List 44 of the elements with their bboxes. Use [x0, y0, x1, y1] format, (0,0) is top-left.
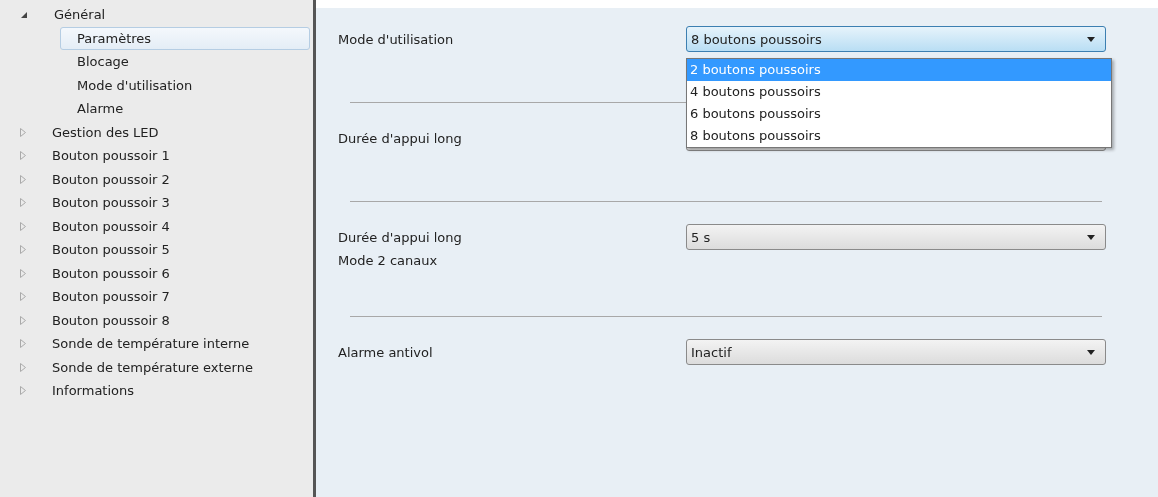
dropdown-option[interactable]: 4 boutons poussoirs	[687, 81, 1111, 103]
tree-item[interactable]: Bouton poussoir 7	[0, 285, 313, 309]
tree-item[interactable]: Sonde de température externe	[0, 355, 313, 379]
setting-label: Mode d'utilisation	[338, 31, 455, 49]
expand-icon[interactable]	[20, 221, 26, 231]
expand-icon[interactable]	[20, 151, 26, 161]
tree-item[interactable]: Général	[0, 3, 313, 27]
expand-icon[interactable]	[20, 127, 26, 137]
setting-label: Mode 2 canaux	[338, 252, 439, 270]
expand-icon[interactable]	[20, 339, 26, 349]
tree-item[interactable]: Sonde de température interne	[0, 332, 313, 356]
setting-label: Alarme antivol	[338, 344, 434, 362]
expand-icon[interactable]	[20, 268, 26, 278]
collapse-icon[interactable]	[20, 10, 28, 19]
tree-item[interactable]: Informations	[0, 379, 313, 403]
expand-icon[interactable]	[20, 174, 26, 184]
expand-icon[interactable]	[20, 386, 26, 396]
expand-icon[interactable]	[20, 362, 26, 372]
tree-item[interactable]: Mode d'utilisation	[60, 73, 310, 97]
tree-item[interactable]: Bouton poussoir 4	[0, 214, 313, 238]
expand-icon[interactable]	[20, 198, 26, 208]
caret-icon	[1087, 234, 1095, 240]
tree-item[interactable]: Bouton poussoir 8	[0, 308, 313, 332]
dropdown[interactable]: 8 boutons poussoirs	[686, 26, 1106, 52]
caret-icon	[1087, 349, 1095, 355]
tree-item[interactable]: Bouton poussoir 5	[0, 238, 313, 262]
dropdown-option[interactable]: 6 boutons poussoirs	[687, 103, 1111, 125]
tree-item[interactable]: Gestion des LED	[0, 120, 313, 144]
setting-label: Durée d'appui long	[338, 229, 463, 247]
tree-item[interactable]: Bouton poussoir 2	[0, 167, 313, 191]
caret-icon	[1087, 36, 1095, 42]
dropdown[interactable]: 5 s	[686, 224, 1106, 250]
dropdown-option[interactable]: 8 boutons poussoirs	[687, 125, 1111, 147]
tree-item[interactable]: Paramètres	[60, 26, 310, 50]
tree-item[interactable]: Alarme	[60, 97, 310, 121]
tree-item[interactable]: Bouton poussoir 1	[0, 144, 313, 168]
tree-item[interactable]: Bouton poussoir 3	[0, 191, 313, 215]
dropdown[interactable]: Inactif	[686, 339, 1106, 365]
expand-icon[interactable]	[20, 245, 26, 255]
tree-item[interactable]: Bouton poussoir 6	[0, 261, 313, 285]
setting-label: Durée d'appui long	[338, 130, 463, 148]
tree-item[interactable]: Blocage	[60, 50, 310, 74]
expand-icon[interactable]	[20, 292, 26, 302]
expand-icon[interactable]	[20, 315, 26, 325]
